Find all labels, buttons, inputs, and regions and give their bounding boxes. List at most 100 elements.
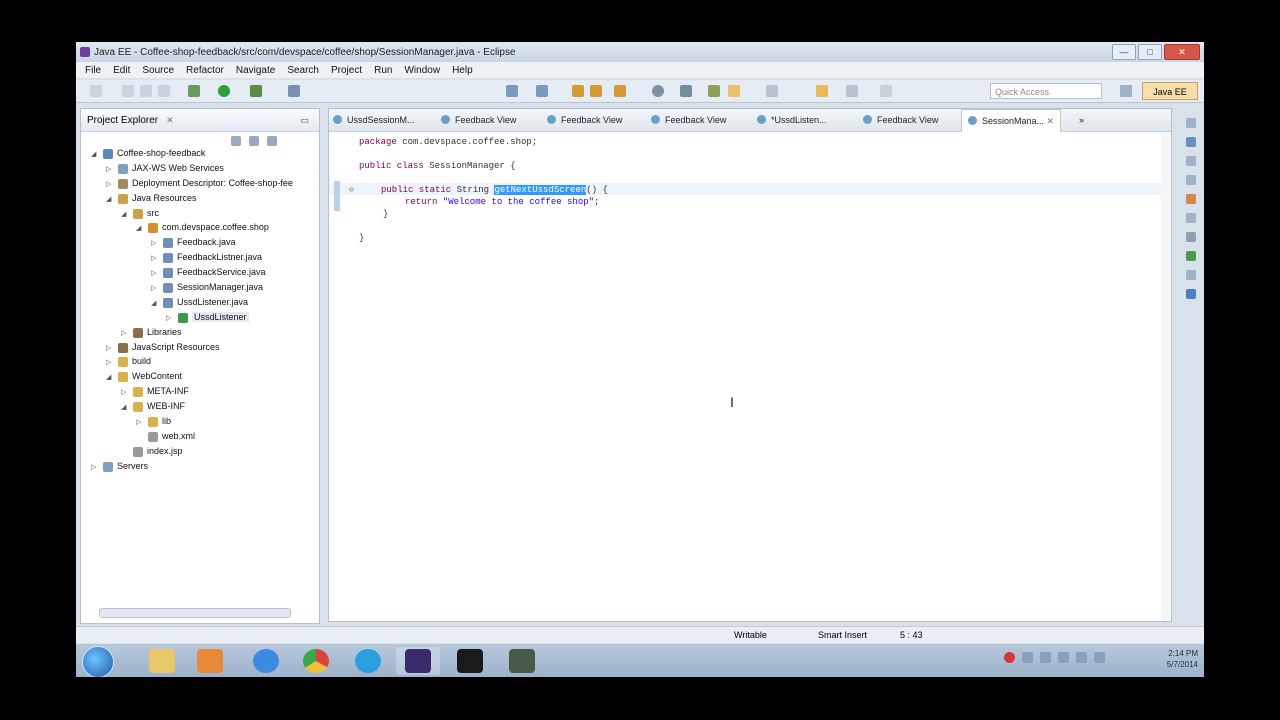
collapsed-arrow-icon[interactable]: ▷ [106, 165, 111, 173]
tree-item[interactable]: ▷ JavaScript Resources [81, 341, 319, 356]
tree-item[interactable]: ▷ Servers [81, 460, 319, 475]
run-icon[interactable] [218, 85, 230, 97]
fold-toggle-icon[interactable]: ⊖ [349, 185, 354, 195]
collapsed-arrow-icon[interactable]: ▷ [121, 329, 126, 337]
open-task-icon[interactable] [590, 85, 602, 97]
close-tab-icon[interactable]: ✕ [1044, 116, 1055, 126]
debug-icon[interactable] [188, 85, 200, 97]
tab-overflow-button[interactable]: » [1079, 109, 1084, 131]
menu-project[interactable]: Project [331, 65, 362, 76]
tree-item[interactable]: ◢ UssdListener.java [81, 296, 319, 311]
external-tools-icon[interactable] [250, 85, 262, 97]
tree-item[interactable]: ▷ FeedbackService.java [81, 266, 319, 281]
menu-file[interactable]: File [85, 65, 101, 76]
tree-item[interactable]: ▷ lib [81, 415, 319, 430]
tree-item[interactable]: ◢ WEB-INF [81, 400, 319, 415]
battery-icon[interactable] [1094, 652, 1105, 663]
collapsed-arrow-icon[interactable]: ▷ [151, 239, 156, 247]
collapsed-arrow-icon[interactable]: ▷ [106, 358, 111, 366]
search-icon[interactable] [614, 85, 626, 97]
editor-tab[interactable]: Feedback View [441, 109, 516, 131]
taskbar-terminal[interactable] [448, 647, 492, 675]
view-menu-icon[interactable] [267, 136, 277, 146]
editor-tab[interactable]: UssdSessionM... [333, 109, 415, 131]
clock[interactable]: 2:14 PM 5/7/2014 [1167, 648, 1198, 670]
expanded-arrow-icon[interactable]: ◢ [121, 403, 126, 411]
selected-method-name[interactable]: getNextUssdScreen [494, 185, 587, 195]
taskbar-internet-explorer[interactable] [244, 647, 288, 675]
tree-item[interactable]: index.jsp [81, 445, 319, 460]
properties-icon[interactable] [1186, 213, 1196, 223]
taskbar-media-player[interactable] [188, 647, 232, 675]
back-icon[interactable] [816, 85, 828, 97]
globe-icon[interactable] [652, 85, 664, 97]
tree-item[interactable]: ◢ com.devspace.coffee.shop [81, 221, 319, 236]
console-icon[interactable] [1186, 289, 1196, 299]
servers-icon[interactable] [1186, 232, 1196, 242]
snippets-icon[interactable] [1186, 270, 1196, 280]
collapsed-arrow-icon[interactable]: ▷ [151, 284, 156, 292]
menu-refactor[interactable]: Refactor [186, 65, 224, 76]
taskbar-explorer[interactable] [140, 647, 184, 675]
tree-item[interactable]: ▷ UssdListener [81, 311, 319, 326]
restore-bottom-icon[interactable] [1186, 175, 1196, 185]
menu-help[interactable]: Help [452, 65, 473, 76]
network-icon[interactable] [1040, 652, 1051, 663]
tree-item[interactable]: ▷ Deployment Descriptor: Coffee-shop-fee [81, 177, 319, 192]
annotation-icon[interactable] [680, 85, 692, 97]
save-icon[interactable] [122, 85, 134, 97]
close-button[interactable]: ✕ [1164, 44, 1200, 60]
editor-tab[interactable]: Feedback View [547, 109, 622, 131]
menu-navigate[interactable]: Navigate [236, 65, 275, 76]
tree-item[interactable]: ◢ Coffee-shop-feedback [81, 147, 319, 162]
tree-item[interactable]: ◢ WebContent [81, 370, 319, 385]
quick-access-input[interactable]: Quick Access [990, 83, 1102, 99]
taskbar-eclipse[interactable] [396, 647, 440, 675]
expanded-arrow-icon[interactable]: ◢ [136, 224, 141, 232]
outline-icon[interactable] [1186, 137, 1196, 147]
project-explorer-title[interactable]: Project Explorer [87, 115, 158, 126]
editor-tab[interactable]: Feedback View [651, 109, 726, 131]
editor-horizontal-scrollbar[interactable] [359, 613, 1139, 621]
menu-run[interactable]: Run [374, 65, 392, 76]
collapsed-arrow-icon[interactable]: ▷ [91, 463, 96, 471]
open-perspective-icon[interactable] [1120, 85, 1132, 97]
forward-icon[interactable] [846, 85, 858, 97]
tree-item[interactable]: ◢ Java Resources [81, 192, 319, 207]
task-list-icon[interactable] [1186, 156, 1196, 166]
flag-icon[interactable] [1058, 652, 1069, 663]
scrollbar-thumb[interactable] [99, 608, 291, 618]
collapsed-arrow-icon[interactable]: ▷ [136, 418, 141, 426]
menu-edit[interactable]: Edit [113, 65, 130, 76]
tray-arrow-icon[interactable] [1022, 652, 1033, 663]
editor-tab[interactable]: *UssdListen... [757, 109, 827, 131]
new-server-icon[interactable] [506, 85, 518, 97]
editor-tab[interactable]: Feedback View [863, 109, 938, 131]
highlight-icon[interactable] [728, 85, 740, 97]
menu-window[interactable]: Window [404, 65, 440, 76]
collapsed-arrow-icon[interactable]: ▷ [106, 344, 111, 352]
menu-source[interactable]: Source [142, 65, 174, 76]
taskbar-recorder[interactable] [500, 647, 544, 675]
notification-icon[interactable] [1004, 652, 1015, 663]
tree-item[interactable]: ▷ build [81, 355, 319, 370]
tree-item[interactable]: ▷ SessionManager.java [81, 281, 319, 296]
tree-item[interactable]: ◢ src [81, 207, 319, 222]
restore-icon[interactable] [1186, 118, 1196, 128]
pin-icon[interactable] [880, 85, 892, 97]
editor-tab[interactable]: SessionMana... ✕ [961, 109, 1062, 132]
server-icon[interactable] [288, 85, 300, 97]
new-icon[interactable] [90, 85, 102, 97]
minimize-button[interactable]: — [1112, 44, 1136, 60]
tree-item[interactable]: ▷ FeedbackListner.java [81, 251, 319, 266]
horizontal-scrollbar[interactable] [91, 607, 311, 618]
tree-item[interactable]: ▷ META-INF [81, 385, 319, 400]
maximize-button[interactable]: □ [1138, 44, 1162, 60]
close-view-icon[interactable]: ✕ [166, 115, 174, 126]
minimize-view-icon[interactable]: ▭ [300, 115, 309, 126]
expanded-arrow-icon[interactable]: ◢ [106, 373, 111, 381]
toggle-mark-icon[interactable] [708, 85, 720, 97]
data-source-icon[interactable] [1186, 251, 1196, 261]
expanded-arrow-icon[interactable]: ◢ [106, 195, 111, 203]
taskbar-chrome[interactable] [294, 647, 338, 675]
